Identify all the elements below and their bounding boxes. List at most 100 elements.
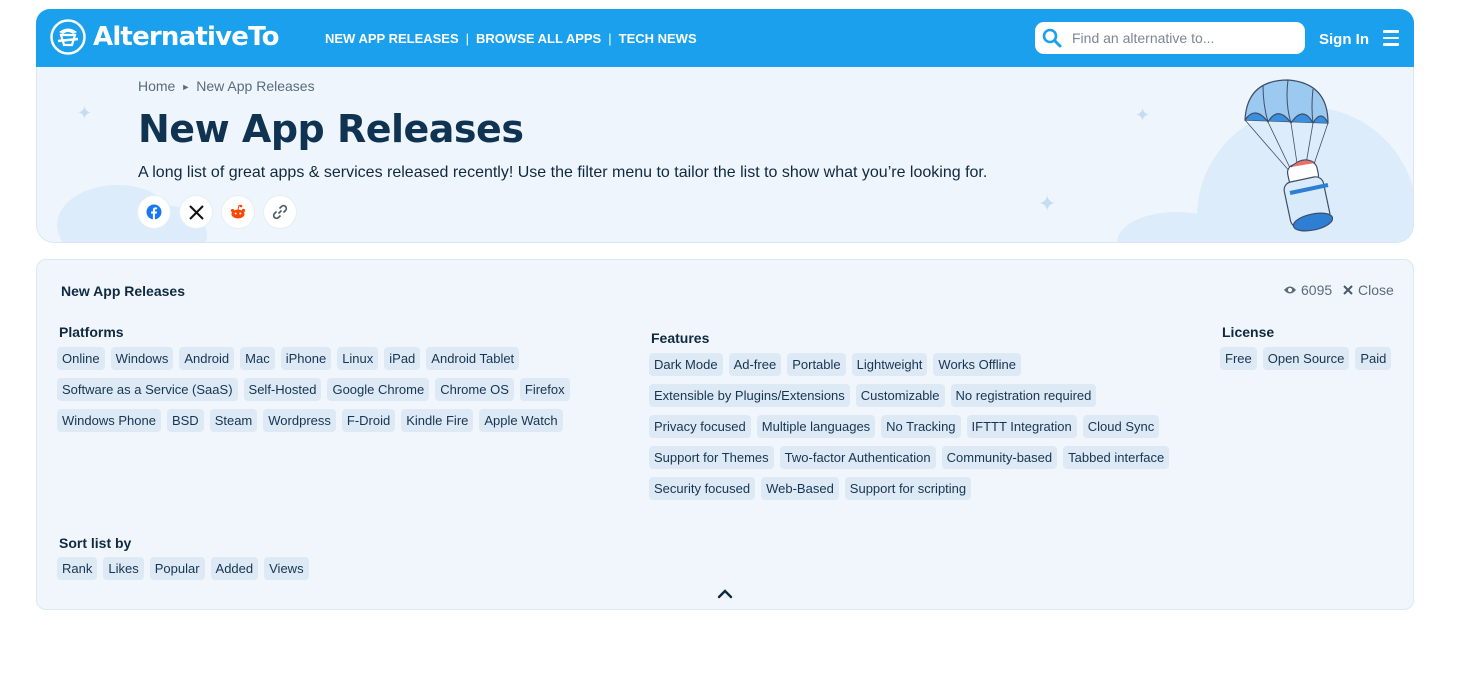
share-x-button[interactable] [180, 196, 212, 228]
license-tag[interactable]: Free [1220, 347, 1257, 370]
sort-tags: Rank Likes Popular Added Views [57, 557, 457, 588]
nav-browse-all-apps[interactable]: BROWSE ALL APPS [476, 31, 601, 46]
license-tags: Free Open Source Paid [1220, 347, 1410, 378]
page-description: A long list of great apps & services rel… [138, 164, 988, 181]
hero-banner: ✦ ✦ ✦ Home ► New App Releases New App Rele… [36, 67, 1414, 243]
feature-tag[interactable]: Customizable [855, 384, 945, 407]
view-count: 6095 [1283, 282, 1332, 298]
platform-tag[interactable]: Google Chrome [327, 378, 430, 401]
feature-tag[interactable]: Works Offline [933, 353, 1021, 376]
feature-tag[interactable]: Web-Based [761, 477, 839, 500]
nav-tech-news[interactable]: TECH NEWS [619, 31, 697, 46]
search-input[interactable] [1070, 29, 1294, 47]
sparkle-decoration: ✦ [1038, 191, 1057, 216]
main-nav: NEW APP RELEASES | BROWSE ALL APPS | TEC… [325, 31, 697, 46]
platform-tag[interactable]: Windows Phone [57, 409, 161, 432]
sign-in-link[interactable]: Sign In [1319, 31, 1369, 48]
logo-icon [50, 19, 86, 55]
platform-tag[interactable]: Mac [240, 347, 275, 370]
platform-tag[interactable]: Windows [110, 347, 174, 370]
platform-tag[interactable]: Apple Watch [479, 409, 563, 432]
logo[interactable]: AlternativeTo [50, 19, 279, 55]
nav-separator: | [608, 31, 612, 46]
sparkle-decoration: ✦ [77, 103, 93, 123]
nav-new-app-releases[interactable]: NEW APP RELEASES [325, 31, 459, 46]
parachute-illustration [1244, 79, 1333, 232]
hamburger-menu-icon[interactable] [1383, 30, 1399, 46]
feature-tag[interactable]: Security focused [649, 477, 756, 500]
platform-tag[interactable]: Self-Hosted [243, 378, 322, 401]
platform-tag[interactable]: Linux [337, 347, 379, 370]
platform-tag[interactable]: Chrome OS [435, 378, 514, 401]
close-icon [1343, 285, 1353, 295]
license-tag[interactable]: Open Source [1262, 347, 1350, 370]
top-navbar: AlternativeTo NEW APP RELEASES | BROWSE … [36, 9, 1414, 67]
breadcrumb-arrow-icon: ► [181, 82, 191, 92]
eye-icon [1284, 286, 1296, 294]
platform-tag[interactable]: Firefox [519, 378, 570, 401]
feature-tag[interactable]: IFTTT Integration [966, 415, 1077, 438]
chevron-up-icon[interactable] [717, 587, 733, 599]
platform-tag[interactable]: Android Tablet [426, 347, 520, 370]
platforms-label: Platforms [59, 324, 124, 340]
feature-tag[interactable]: Multiple languages [756, 415, 876, 438]
filter-panel: New App Releases 6095 Close Platforms On… [36, 259, 1414, 610]
feature-tag[interactable]: Ad-free [728, 353, 782, 376]
feature-tag[interactable]: Cloud Sync [1082, 415, 1160, 438]
platform-tags: Online Windows Android Mac iPhone Linux iPad An… [57, 347, 617, 440]
platform-tag[interactable]: Steam [209, 409, 258, 432]
sort-tag[interactable]: Likes [103, 557, 144, 580]
share-reddit-button[interactable] [222, 196, 254, 228]
platform-tag[interactable]: Wordpress [263, 409, 336, 432]
share-facebook-button[interactable] [138, 196, 170, 228]
close-label: Close [1358, 282, 1394, 298]
feature-tag[interactable]: Tabbed interface [1063, 446, 1170, 469]
sort-tag[interactable]: Rank [57, 557, 98, 580]
feature-tag[interactable]: Community-based [941, 446, 1058, 469]
feature-tag[interactable]: Extensible by Plugins/Extensions [649, 384, 850, 407]
search-box [1035, 22, 1305, 54]
platform-tag[interactable]: Android [179, 347, 235, 370]
platform-tag[interactable]: Online [57, 347, 105, 370]
breadcrumb: Home ► New App Releases [138, 78, 315, 94]
platform-tag[interactable]: Software as a Service (SaaS) [57, 378, 238, 401]
facebook-icon [146, 204, 162, 220]
sort-label: Sort list by [59, 535, 132, 551]
x-icon [188, 204, 204, 220]
reddit-icon [230, 204, 246, 219]
copy-link-button[interactable] [264, 196, 296, 228]
sort-tag[interactable]: Views [264, 557, 309, 580]
feature-tag[interactable]: Lightweight [851, 353, 928, 376]
link-icon [272, 204, 288, 220]
platform-tag[interactable]: BSD [166, 409, 204, 432]
platform-tag[interactable]: iPhone [280, 347, 332, 370]
page-title: New App Releases [138, 107, 524, 151]
view-count-value: 6095 [1301, 282, 1333, 298]
license-tag[interactable]: Paid [1355, 347, 1392, 370]
feature-tag[interactable]: Dark Mode [649, 353, 723, 376]
feature-tags: Dark Mode Ad-free Portable Lightweight Works… [649, 353, 1209, 508]
feature-tag[interactable]: No registration required [950, 384, 1097, 407]
license-label: License [1222, 324, 1275, 340]
platform-tag[interactable]: iPad [384, 347, 421, 370]
platform-tag[interactable]: Kindle Fire [401, 409, 474, 432]
feature-tag[interactable]: Two-factor Authentication [779, 446, 936, 469]
features-label: Features [651, 330, 710, 346]
breadcrumb-home[interactable]: Home [138, 78, 175, 94]
sparkle-decoration: ✦ [1135, 105, 1151, 125]
filter-panel-title: New App Releases [61, 283, 185, 299]
close-filter-button[interactable]: Close [1343, 282, 1394, 298]
feature-tag[interactable]: Support for scripting [844, 477, 972, 500]
feature-tag[interactable]: Support for Themes [649, 446, 774, 469]
sort-tag[interactable]: Popular [149, 557, 205, 580]
nav-separator: | [465, 31, 470, 46]
logo-text: AlternativeTo [93, 22, 279, 52]
feature-tag[interactable]: No Tracking [881, 415, 961, 438]
share-buttons [138, 196, 306, 228]
platform-tag[interactable]: F-Droid [341, 409, 396, 432]
breadcrumb-current: New App Releases [196, 78, 315, 94]
sort-tag[interactable]: Added [210, 557, 259, 580]
search-icon [1042, 28, 1062, 48]
feature-tag[interactable]: Portable [787, 353, 846, 376]
feature-tag[interactable]: Privacy focused [649, 415, 751, 438]
